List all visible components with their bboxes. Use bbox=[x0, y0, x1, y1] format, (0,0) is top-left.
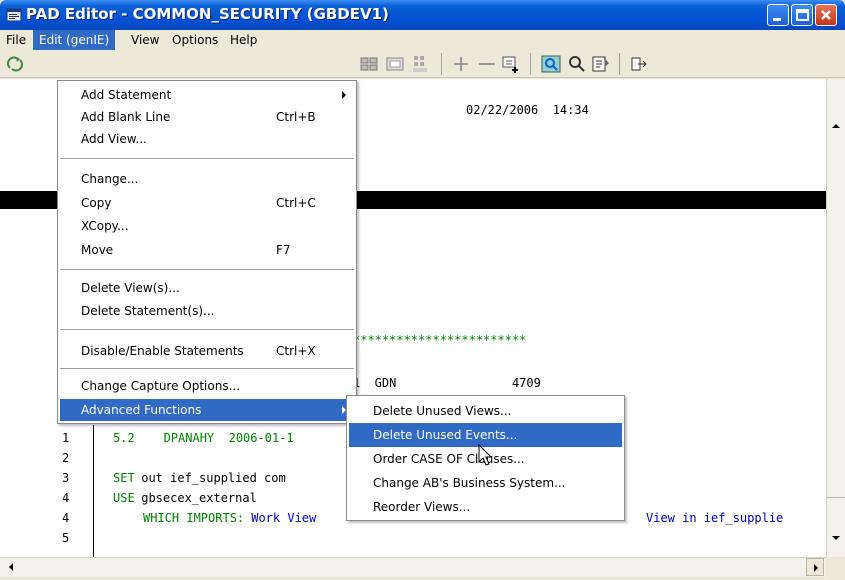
menu-item-advanced-functions[interactable]: Advanced Functions bbox=[60, 399, 354, 421]
timestamp-text: 02/22/2006 14:34 bbox=[466, 103, 589, 117]
menu-item-delete-statements[interactable]: Delete Statement(s)... bbox=[60, 300, 354, 322]
line-number: 3 bbox=[62, 471, 70, 485]
menu-separator bbox=[60, 158, 354, 159]
line-number: 1 bbox=[62, 431, 70, 445]
menu-item-change-capture[interactable]: Change Capture Options... bbox=[60, 375, 354, 397]
view-in-text: View in ief_supplie bbox=[646, 511, 784, 525]
menu-view[interactable]: View bbox=[125, 30, 165, 50]
work-view-text: Work View bbox=[244, 511, 324, 525]
use-keyword: USE bbox=[113, 491, 135, 505]
scroll-down-button[interactable] bbox=[827, 529, 845, 547]
menu-item-add-view[interactable]: Add View... bbox=[60, 128, 354, 150]
edit-document-icon[interactable] bbox=[590, 54, 612, 74]
menu-options[interactable]: Options bbox=[166, 30, 224, 50]
refresh-icon[interactable] bbox=[4, 54, 26, 74]
line-number: 2 bbox=[62, 451, 70, 465]
code-line-1: 5.2 DPANAHY 2006-01-1 bbox=[113, 431, 294, 445]
menu-item-move[interactable]: Move F7 bbox=[60, 239, 354, 261]
code-line-4: gbsecex_external bbox=[134, 491, 257, 505]
submenu-item-change-business-system[interactable]: Change AB's Business System... bbox=[349, 471, 622, 495]
scroll-track-divider bbox=[827, 497, 845, 498]
horizontal-scrollbar[interactable] bbox=[0, 557, 826, 577]
expand-view-icon[interactable] bbox=[358, 54, 380, 74]
export-icon[interactable] bbox=[628, 54, 650, 74]
scroll-left-button[interactable] bbox=[2, 558, 20, 576]
grid-view-icon[interactable] bbox=[384, 54, 406, 74]
gmap-icon[interactable] bbox=[410, 54, 432, 74]
menu-bar: File Edit (genIE) View Options Help bbox=[0, 30, 845, 50]
menu-item-copy[interactable]: Copy Ctrl+C bbox=[60, 192, 354, 214]
scrollbar-corner bbox=[826, 557, 845, 577]
chevron-left-icon bbox=[9, 563, 13, 571]
submenu-item-delete-unused-views[interactable]: Delete Unused Views... bbox=[349, 399, 622, 423]
line-number: 5 bbox=[62, 531, 70, 545]
menu-item-xcopy[interactable]: XCopy... bbox=[60, 215, 354, 237]
toolbar bbox=[0, 50, 845, 78]
line-number: 4 bbox=[62, 491, 70, 505]
vertical-scrollbar[interactable] bbox=[826, 79, 845, 557]
scroll-right-button[interactable] bbox=[806, 558, 824, 576]
submenu-arrow-icon bbox=[342, 91, 346, 99]
maximize-icon bbox=[796, 9, 809, 21]
menu-separator bbox=[60, 329, 354, 330]
code-line-3: out ief_supplied com bbox=[134, 471, 286, 485]
minimize-button[interactable] bbox=[767, 4, 789, 26]
maximize-button[interactable] bbox=[791, 4, 813, 26]
window-title: PAD Editor - COMMON_SECURITY (GBDEV1) bbox=[26, 5, 389, 23]
gutter-divider bbox=[93, 425, 94, 558]
pad-editor-app-icon bbox=[6, 8, 22, 22]
edit-menu-dropdown: Add Statement Add Blank Line Ctrl+B Add … bbox=[57, 80, 357, 424]
set-keyword: SET bbox=[113, 471, 135, 485]
toolbar-separator bbox=[619, 53, 620, 75]
menu-item-delete-views[interactable]: Delete View(s)... bbox=[60, 277, 354, 299]
add-icon[interactable] bbox=[450, 54, 472, 74]
add-view-icon[interactable] bbox=[500, 54, 522, 74]
title-bar[interactable]: PAD Editor - COMMON_SECURITY (GBDEV1) bbox=[0, 0, 845, 30]
line-number: 4 bbox=[62, 511, 70, 525]
remove-icon[interactable] bbox=[476, 54, 498, 74]
which-imports-keyword: WHICH IMPORTS: bbox=[143, 511, 245, 525]
chevron-right-icon bbox=[814, 564, 818, 572]
chevron-up-icon bbox=[832, 124, 840, 128]
gdn-line: 1 GDN 4709 bbox=[353, 376, 541, 390]
menu-separator bbox=[60, 269, 354, 270]
mouse-pointer-icon bbox=[478, 444, 493, 466]
search-icon[interactable] bbox=[566, 54, 588, 74]
scroll-up-button[interactable] bbox=[827, 117, 845, 135]
close-button[interactable] bbox=[815, 4, 837, 26]
minimize-icon bbox=[773, 18, 781, 21]
menu-item-add-statement[interactable]: Add Statement bbox=[60, 84, 354, 106]
menu-item-disable-enable[interactable]: Disable/Enable Statements Ctrl+X bbox=[60, 340, 354, 362]
menu-item-add-blank-line[interactable]: Add Blank Line Ctrl+B bbox=[60, 106, 354, 128]
chevron-down-icon bbox=[832, 536, 840, 540]
close-icon bbox=[821, 10, 831, 20]
menu-item-change[interactable]: Change... bbox=[60, 168, 354, 190]
comment-stars: ************************ bbox=[353, 333, 527, 347]
submenu-item-reorder-views[interactable]: Reorder Views... bbox=[349, 495, 622, 519]
menu-file[interactable]: File bbox=[0, 30, 32, 50]
menu-edit[interactable]: Edit (genIE) bbox=[33, 30, 116, 50]
menu-separator bbox=[60, 368, 354, 369]
zoom-find-icon[interactable] bbox=[540, 54, 562, 74]
toolbar-separator bbox=[441, 53, 442, 75]
toolbar-separator bbox=[530, 53, 531, 75]
menu-help[interactable]: Help bbox=[224, 30, 263, 50]
